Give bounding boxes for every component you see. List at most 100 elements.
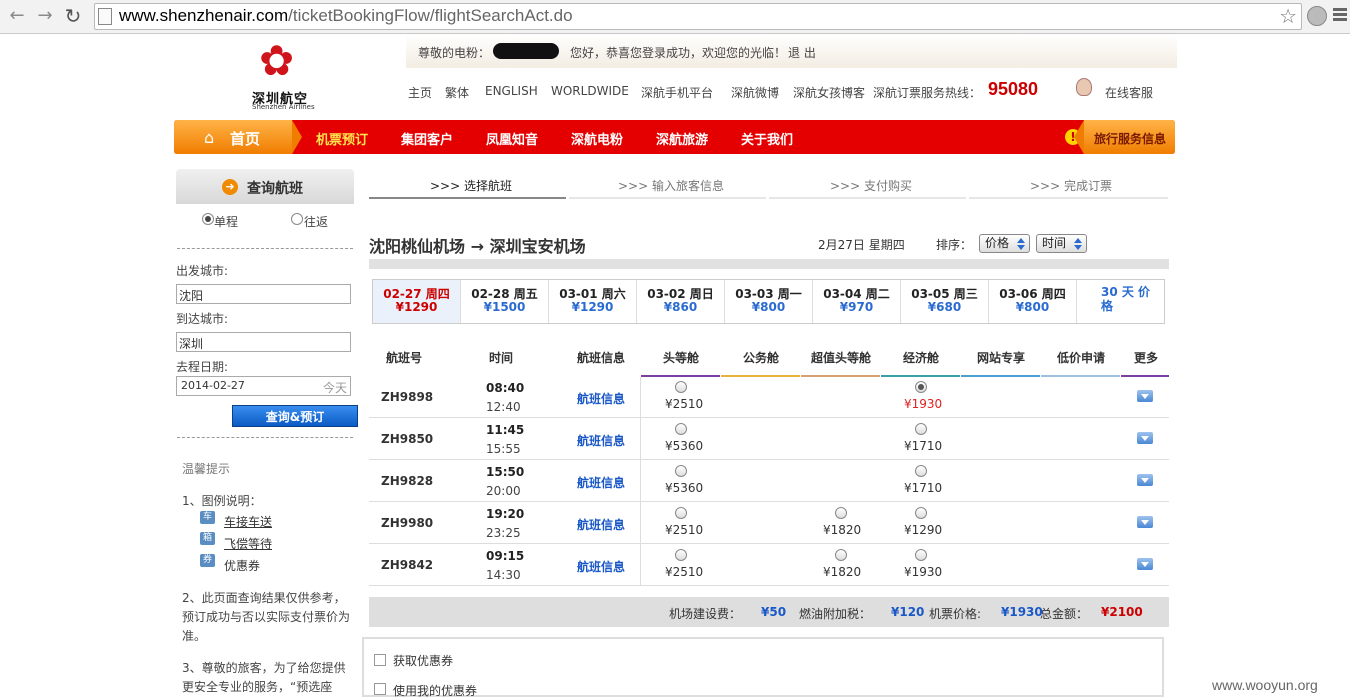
date-cell[interactable]: 02-27 周四 ¥1290: [373, 280, 461, 323]
departure-time: 11:45: [486, 423, 525, 437]
search-panel-header: ➜ 查询航班: [176, 169, 354, 204]
flight-info-link[interactable]: 航班信息: [577, 558, 625, 575]
nav-home[interactable]: ⌂ 首页: [174, 120, 292, 154]
date-cell[interactable]: 03-04 周二 ¥970: [813, 280, 901, 323]
fare-radio-economy[interactable]: [915, 507, 927, 519]
url-text[interactable]: www.shenzhenair.com/ticketBookingFlow/fl…: [119, 6, 573, 26]
date-cell[interactable]: 02-28 周五 ¥1500: [461, 280, 549, 323]
bookmark-star-icon[interactable]: ☆: [1279, 4, 1297, 28]
globe-icon[interactable]: [1307, 6, 1327, 26]
fare-radio-first[interactable]: [675, 549, 687, 561]
separator-bar: [369, 259, 1169, 269]
fare-radio-economy[interactable]: [915, 423, 927, 435]
greeting-label: 尊敬的电粉：: [418, 46, 491, 60]
row-divider: [369, 585, 1169, 586]
nav-group-customers[interactable]: 集团客户: [401, 129, 453, 148]
fuel-surcharge: ¥120: [891, 605, 925, 619]
fare-radio-super-first[interactable]: [835, 549, 847, 561]
link-traditional[interactable]: 繁体: [445, 84, 469, 101]
sort-time-button[interactable]: 时间: [1036, 234, 1087, 253]
more-dropdown-icon[interactable]: [1137, 390, 1153, 402]
step-underline: [369, 197, 566, 199]
date-input[interactable]: 2014-02-27 今天: [176, 376, 351, 396]
airport-fee-label: 机场建设费：: [669, 607, 742, 621]
online-service-link[interactable]: 在线客服: [1105, 84, 1153, 101]
link-mobile[interactable]: 深航手机平台: [641, 84, 713, 101]
date-cell[interactable]: 03-01 周六 ¥1290: [549, 280, 637, 323]
forward-icon[interactable]: →: [34, 5, 56, 27]
back-icon[interactable]: ←: [6, 5, 28, 27]
fare-radio-economy[interactable]: [915, 549, 927, 561]
link-blog[interactable]: 深航女孩博客: [793, 84, 865, 101]
link-english[interactable]: ENGLISH: [485, 84, 538, 98]
to-city-input[interactable]: 深圳: [176, 332, 351, 352]
link-weibo[interactable]: 深航微博: [731, 84, 779, 101]
from-city-input[interactable]: 沈阳: [176, 284, 351, 304]
nav-travel[interactable]: 深航旅游: [656, 129, 708, 148]
total-label: 总金额：: [1040, 607, 1089, 621]
fare-radio-super-first[interactable]: [835, 507, 847, 519]
route-title: 沈阳桃仙机场 → 深圳宝安机场: [369, 237, 586, 256]
nav-shenhang-fans[interactable]: 深航电粉: [571, 129, 623, 148]
departure-time: 08:40: [486, 381, 525, 395]
col-web-exclusive: 网站专享: [977, 351, 1026, 365]
fare-radio-first[interactable]: [675, 381, 687, 393]
more-dropdown-icon[interactable]: [1137, 516, 1153, 528]
sort-up-icon: [1017, 238, 1025, 243]
flight-info-link[interactable]: 航班信息: [577, 432, 625, 449]
roundtrip-radio[interactable]: [291, 213, 303, 225]
arrival-time: 20:00: [486, 484, 521, 498]
col-super-first: 超值头等舱: [811, 351, 872, 365]
thirty-day-price-link[interactable]: 30 天 价 格: [1101, 285, 1161, 313]
ticket-price: ¥1930: [1001, 605, 1043, 619]
divider: [177, 437, 353, 438]
fare-radio-economy[interactable]: [915, 465, 927, 477]
legend-wait[interactable]: 飞偿等待: [224, 535, 272, 552]
oneway-radio[interactable]: [202, 213, 214, 225]
fare-radio-first[interactable]: [675, 507, 687, 519]
fare-radio-economy[interactable]: [915, 381, 927, 393]
site-header: ✿ 深圳航空 Shenzhen Airlines 尊敬的电粉： 您好，恭喜您登录…: [174, 34, 1177, 118]
use-coupon-checkbox[interactable]: [374, 683, 386, 695]
menu-icon[interactable]: [1333, 8, 1347, 23]
more-dropdown-icon[interactable]: [1137, 474, 1153, 486]
fare-economy: ¥1710: [904, 439, 943, 453]
logo[interactable]: ✿ 深圳航空 Shenzhen Airlines: [200, 34, 364, 114]
get-coupon-label: 获取优惠券: [393, 654, 454, 668]
nav-phoenix-club[interactable]: 凤凰知音: [486, 129, 538, 148]
logout-link[interactable]: 退 出: [788, 44, 816, 61]
travel-service-label[interactable]: 旅行服务信息: [1094, 130, 1166, 147]
link-worldwide[interactable]: WORLDWIDE: [551, 84, 629, 98]
fare-first: ¥5360: [665, 439, 704, 453]
date-cell[interactable]: 03-03 周一 ¥800: [725, 280, 813, 323]
nav-ticket-booking[interactable]: 机票预订: [316, 129, 368, 148]
address-bar[interactable]: www.shenzhenair.com/ticketBookingFlow/fl…: [94, 3, 1302, 30]
legend-car-transfer[interactable]: 车接车送: [224, 513, 272, 530]
more-dropdown-icon[interactable]: [1137, 432, 1153, 444]
col-low-price: 低价申请: [1057, 351, 1106, 365]
service-agent-icon: [1076, 78, 1092, 96]
col-time: 时间: [489, 351, 514, 365]
sort-price-button[interactable]: 价格: [979, 234, 1030, 253]
fare-radio-first[interactable]: [675, 465, 687, 477]
travel-tab-arrow: [1074, 120, 1084, 154]
col-economy: 经济舱: [903, 351, 940, 365]
flight-info-link[interactable]: 航班信息: [577, 390, 625, 407]
more-dropdown-icon[interactable]: [1137, 558, 1153, 570]
nav-about[interactable]: 关于我们: [741, 129, 793, 148]
date-cell[interactable]: 03-05 周三 ¥680: [901, 280, 989, 323]
oneway-label: 单程: [214, 215, 239, 229]
col-color-line: [1121, 375, 1169, 377]
fare-economy: ¥1930: [904, 565, 943, 579]
flight-number: ZH9898: [381, 390, 434, 404]
ticket-price-label: 机票价格:: [929, 607, 982, 621]
flight-info-link[interactable]: 航班信息: [577, 516, 625, 533]
date-cell[interactable]: 03-06 周四 ¥800: [989, 280, 1077, 323]
flight-info-link[interactable]: 航班信息: [577, 474, 625, 491]
fare-radio-first[interactable]: [675, 423, 687, 435]
date-cell[interactable]: 03-02 周日 ¥860: [637, 280, 725, 323]
link-home[interactable]: 主页: [408, 84, 432, 101]
reload-icon[interactable]: ↻: [62, 5, 84, 27]
search-book-button[interactable]: 查询&预订: [232, 405, 358, 427]
get-coupon-checkbox[interactable]: [374, 654, 386, 666]
